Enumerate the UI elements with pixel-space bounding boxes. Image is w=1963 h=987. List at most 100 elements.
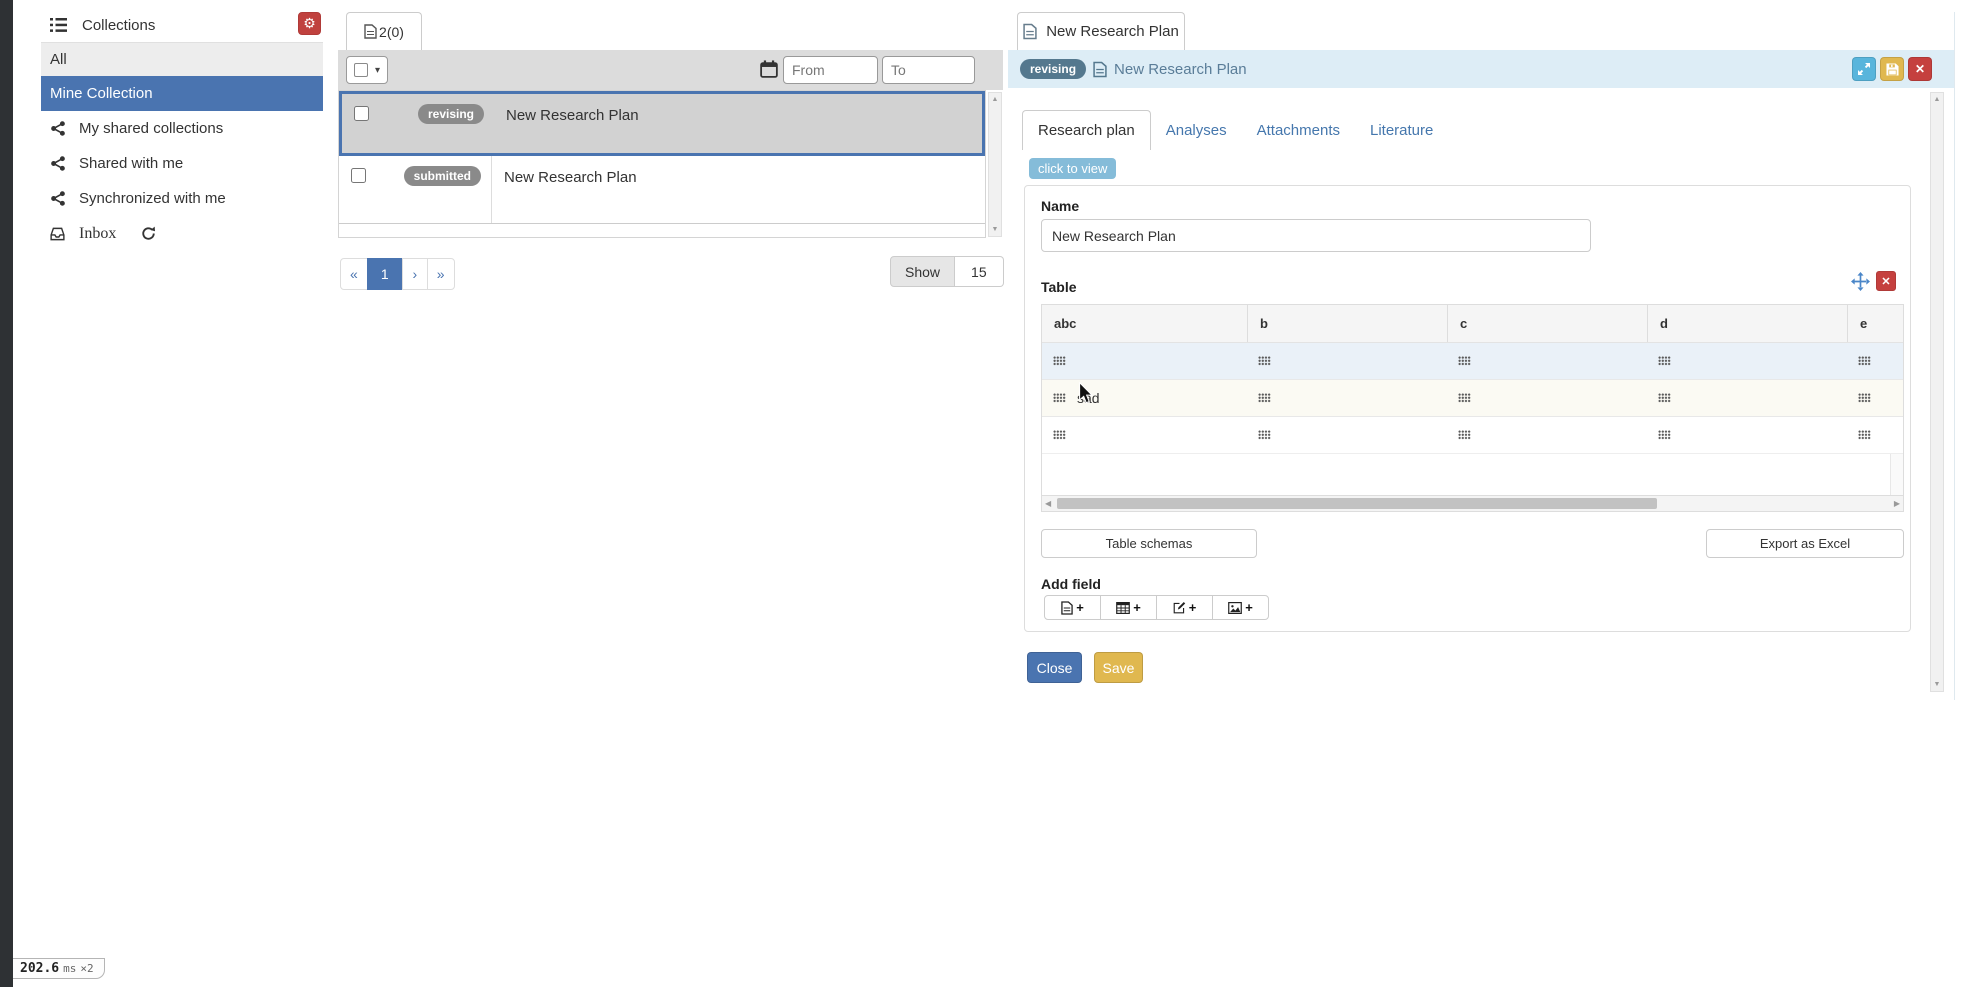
drag-handle-icon[interactable] <box>1658 356 1671 366</box>
page-size-control: Show 15 <box>890 256 1004 287</box>
table-horizontal-scrollbar[interactable]: ◀ ▶ <box>1042 495 1903 511</box>
scroll-right-icon[interactable]: ▶ <box>1894 499 1900 508</box>
column-header[interactable]: e <box>1847 305 1903 342</box>
name-label: Name <box>1041 198 1079 214</box>
list-item[interactable]: revising New Research Plan <box>339 91 985 156</box>
tab-research-plan[interactable]: Research plan <box>1022 110 1151 150</box>
drag-handle-icon[interactable] <box>1258 356 1271 366</box>
tab-new-research-plan[interactable]: New Research Plan <box>1017 12 1185 50</box>
tab-literature[interactable]: Literature <box>1355 110 1448 150</box>
name-input[interactable] <box>1041 219 1591 252</box>
collections-header: Collections ⚙ <box>41 8 323 42</box>
sidebar-item-label: Inbox <box>79 225 116 243</box>
plus-icon: + <box>1133 600 1141 615</box>
close-icon[interactable]: ✕ <box>1908 57 1932 81</box>
status-badge: revising <box>418 104 484 124</box>
add-text-field-button[interactable]: + <box>1044 595 1101 620</box>
date-to-input[interactable] <box>882 56 975 84</box>
remove-table-button[interactable]: ✕ <box>1876 271 1896 291</box>
page-size-value[interactable]: 15 <box>955 256 1004 287</box>
save-button[interactable]: Save <box>1094 652 1143 683</box>
drag-handle-icon[interactable] <box>1858 430 1871 440</box>
add-edit-field-button[interactable]: + <box>1156 595 1213 620</box>
click-to-view-badge[interactable]: click to view <box>1029 158 1116 179</box>
drag-handle-icon[interactable] <box>1658 393 1671 403</box>
pagination-first-button[interactable]: « <box>340 258 368 290</box>
show-button[interactable]: Show <box>890 256 955 287</box>
table-row[interactable] <box>1042 417 1903 454</box>
table-row[interactable] <box>1042 343 1903 380</box>
pagination-last-button[interactable]: » <box>427 258 455 290</box>
sidebar-item-synchronized-with-me[interactable]: Synchronized with me <box>41 181 323 216</box>
calendar-icon <box>760 60 778 78</box>
column-header[interactable]: c <box>1447 305 1647 342</box>
drag-handle-icon[interactable] <box>1458 393 1471 403</box>
sidebar-item-mine-collection[interactable]: Mine Collection <box>41 76 323 111</box>
expand-button[interactable] <box>1852 57 1876 81</box>
list-vertical-scrollbar[interactable]: ▲ ▼ <box>988 92 1002 237</box>
drag-handle-icon[interactable] <box>1858 393 1871 403</box>
detail-vertical-scrollbar[interactable]: ▲ ▼ <box>1930 92 1944 692</box>
scroll-down-icon[interactable]: ▼ <box>1931 681 1943 688</box>
tab-document-count[interactable]: 2(0) <box>346 12 422 50</box>
tab-attachments[interactable]: Attachments <box>1242 110 1355 150</box>
export-as-excel-button[interactable]: Export as Excel <box>1706 529 1904 558</box>
list-item[interactable]: submitted New Research Plan <box>339 156 985 224</box>
drag-handle-icon[interactable] <box>1258 430 1271 440</box>
profiler-badge[interactable]: 202.6 ms ×2 <box>13 958 105 979</box>
window-edge-strip <box>0 0 13 987</box>
row-checkbox[interactable] <box>354 106 369 121</box>
list-item-title[interactable]: New Research Plan <box>491 156 985 223</box>
document-icon <box>1061 601 1073 615</box>
pagination-next-button[interactable]: › <box>402 258 428 290</box>
date-from-input[interactable] <box>783 56 878 84</box>
save-icon-button[interactable] <box>1880 57 1904 81</box>
drag-handle-icon[interactable] <box>1458 356 1471 366</box>
pagination-page-1-button[interactable]: 1 <box>367 258 403 290</box>
scroll-left-icon[interactable]: ◀ <box>1045 499 1051 508</box>
drag-handle-icon[interactable] <box>1053 356 1066 366</box>
drag-handle-icon[interactable] <box>1658 430 1671 440</box>
column-header[interactable]: abc <box>1042 305 1247 342</box>
table-vertical-scrollbar[interactable] <box>1890 454 1903 495</box>
scroll-up-icon[interactable]: ▲ <box>1931 96 1943 103</box>
share-icon <box>50 156 65 171</box>
app-root: Collections ⚙ All Mine Collection My sha… <box>0 0 1963 987</box>
sidebar-item-all[interactable]: All <box>41 42 323 76</box>
cell-value[interactable]: sad <box>1077 390 1100 406</box>
select-all-dropdown[interactable]: ▾ <box>346 56 388 84</box>
add-field-label: Add field <box>1041 576 1101 592</box>
gear-icon[interactable]: ⚙ <box>298 12 321 35</box>
add-table-field-button[interactable]: + <box>1100 595 1157 620</box>
scroll-down-icon[interactable]: ▼ <box>989 226 1001 233</box>
column-header[interactable]: b <box>1247 305 1447 342</box>
plus-icon: + <box>1245 600 1253 615</box>
scrollbar-thumb[interactable] <box>1057 498 1657 509</box>
scroll-up-icon[interactable]: ▲ <box>989 96 1001 103</box>
drag-handle-icon[interactable] <box>1858 356 1871 366</box>
profiler-count: ×2 <box>80 962 93 975</box>
detail-panel: New Research Plan revising New Research … <box>1008 12 1955 700</box>
refresh-icon[interactable] <box>141 226 156 241</box>
table-schemas-button[interactable]: Table schemas <box>1041 529 1257 558</box>
drag-handle-icon[interactable] <box>1458 430 1471 440</box>
close-button[interactable]: Close <box>1027 652 1082 683</box>
select-all-checkbox[interactable] <box>354 63 368 77</box>
tab-analyses[interactable]: Analyses <box>1151 110 1242 150</box>
row-checkbox[interactable] <box>351 168 366 183</box>
sidebar-item-my-shared-collections[interactable]: My shared collections <box>41 111 323 146</box>
drag-handle-icon[interactable] <box>1258 393 1271 403</box>
sidebar-item-shared-with-me[interactable]: Shared with me <box>41 146 323 181</box>
inbox-icon <box>50 227 65 241</box>
column-header[interactable]: d <box>1647 305 1847 342</box>
list-item-title[interactable]: New Research Plan <box>494 94 982 153</box>
add-image-field-button[interactable]: + <box>1212 595 1269 620</box>
drag-handle-icon[interactable] <box>1053 430 1066 440</box>
drag-handle-icon[interactable] <box>1053 393 1066 403</box>
image-icon <box>1228 602 1242 614</box>
sidebar-item-inbox[interactable]: Inbox <box>41 216 323 251</box>
move-icon[interactable] <box>1850 271 1871 292</box>
document-icon <box>364 24 377 39</box>
list-toolbar: ▾ <box>338 50 1003 90</box>
table-row[interactable]: sad <box>1042 380 1903 417</box>
